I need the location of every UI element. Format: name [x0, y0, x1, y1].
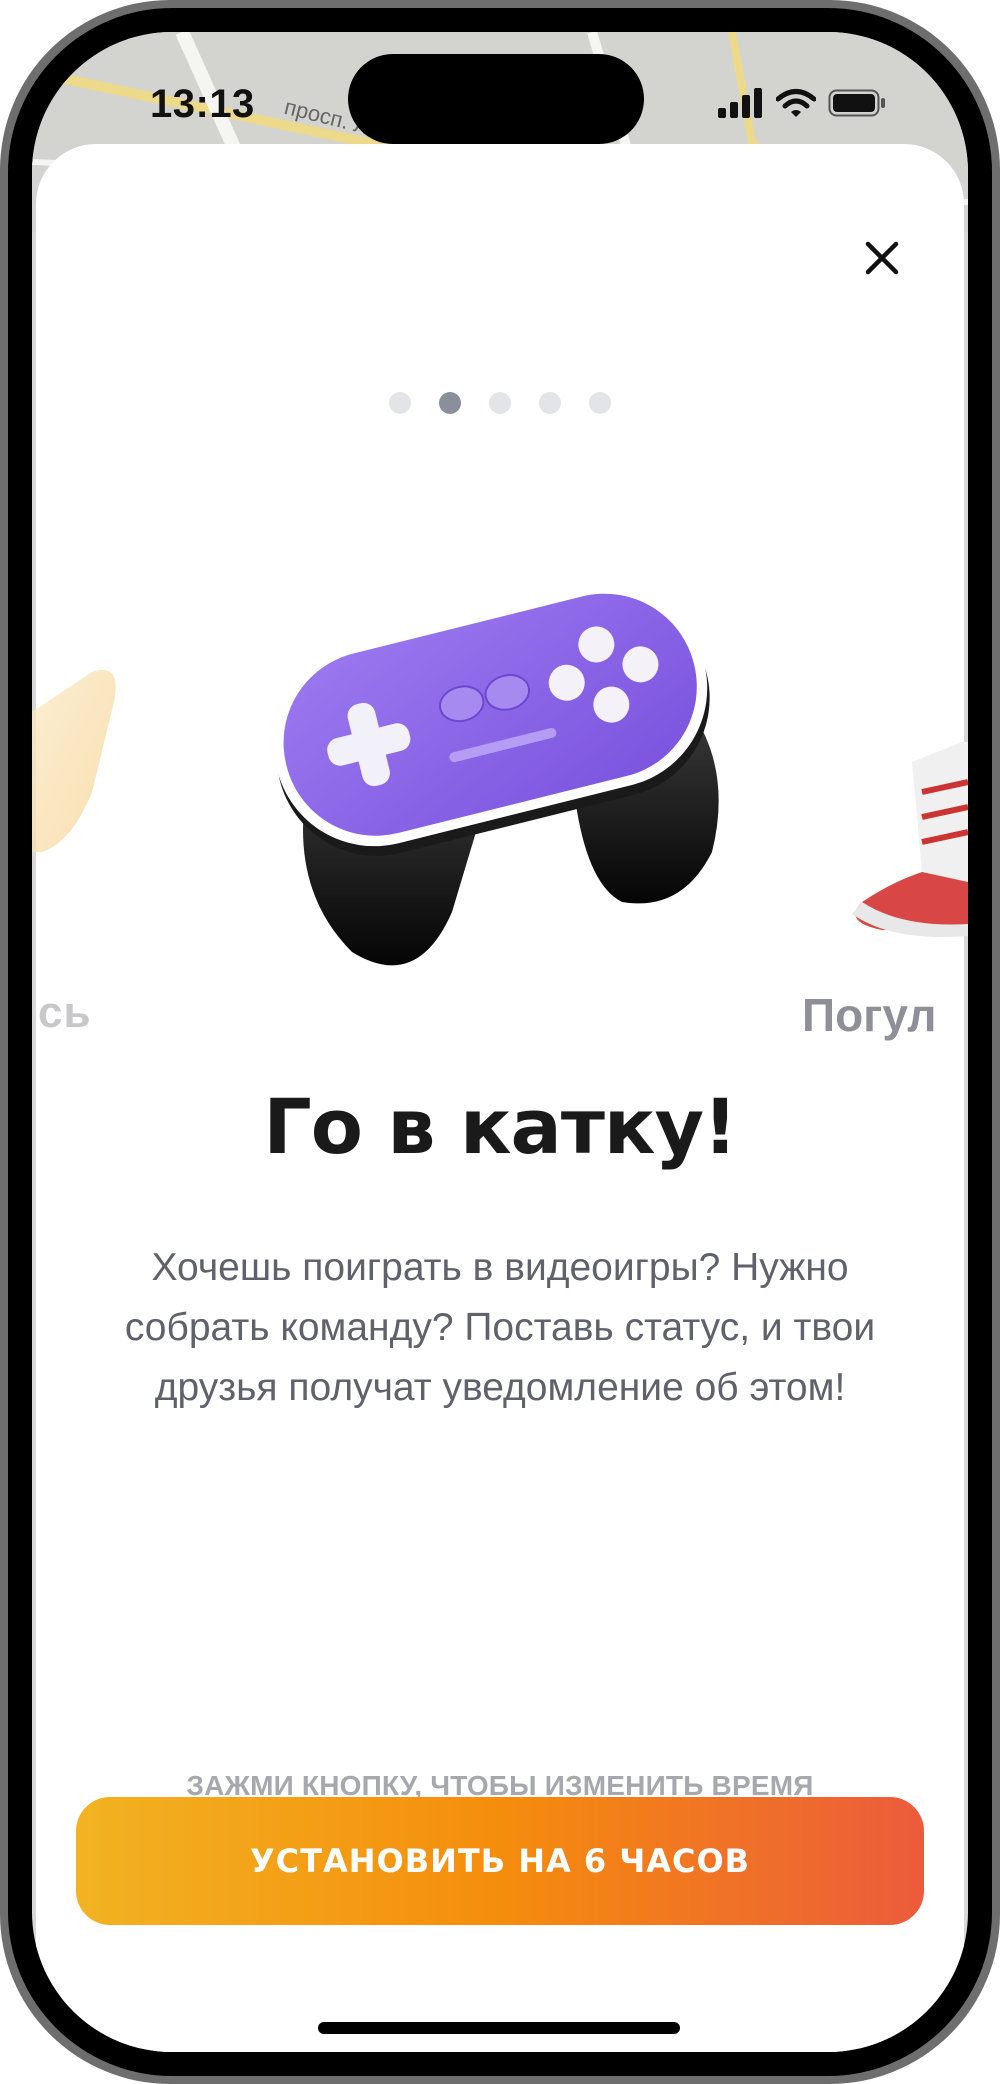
- close-icon: [865, 241, 899, 280]
- cellular-signal-icon: [718, 88, 764, 123]
- set-status-button-label: УСТАНОВИТЬ НА 6 ЧАСОВ: [249, 1842, 751, 1880]
- dynamic-island: [348, 54, 644, 144]
- gamepad-icon: [242, 552, 742, 992]
- pager-dot[interactable]: [389, 392, 411, 414]
- carousel-next-item[interactable]: [822, 702, 968, 942]
- carousel-next-label: Погул: [802, 989, 937, 1041]
- pager-dot[interactable]: [439, 392, 461, 414]
- pager-dot[interactable]: [489, 392, 511, 414]
- pager-dot[interactable]: [539, 392, 561, 414]
- home-indicator[interactable]: [318, 2022, 680, 2034]
- close-button[interactable]: [858, 236, 906, 284]
- description-text: Хочешь поиграть в видеоигры? Нужно собра…: [124, 1246, 876, 1409]
- status-time: 13:13: [150, 82, 255, 126]
- carousel-prev-label: сь: [38, 988, 92, 1037]
- wifi-icon: [775, 88, 817, 123]
- set-status-button[interactable]: УСТАНОВИТЬ НА 6 ЧАСОВ: [76, 1797, 924, 1925]
- page-title: Го в катку!: [263, 1082, 737, 1171]
- carousel-prev-item[interactable]: [32, 652, 132, 872]
- battery-icon: [828, 89, 886, 122]
- pager: [32, 392, 968, 414]
- screen: просп. Л 13:13 сь Погул Го в катку! Хоче…: [32, 32, 968, 2052]
- pager-dot[interactable]: [589, 392, 611, 414]
- status-icons: [718, 88, 886, 123]
